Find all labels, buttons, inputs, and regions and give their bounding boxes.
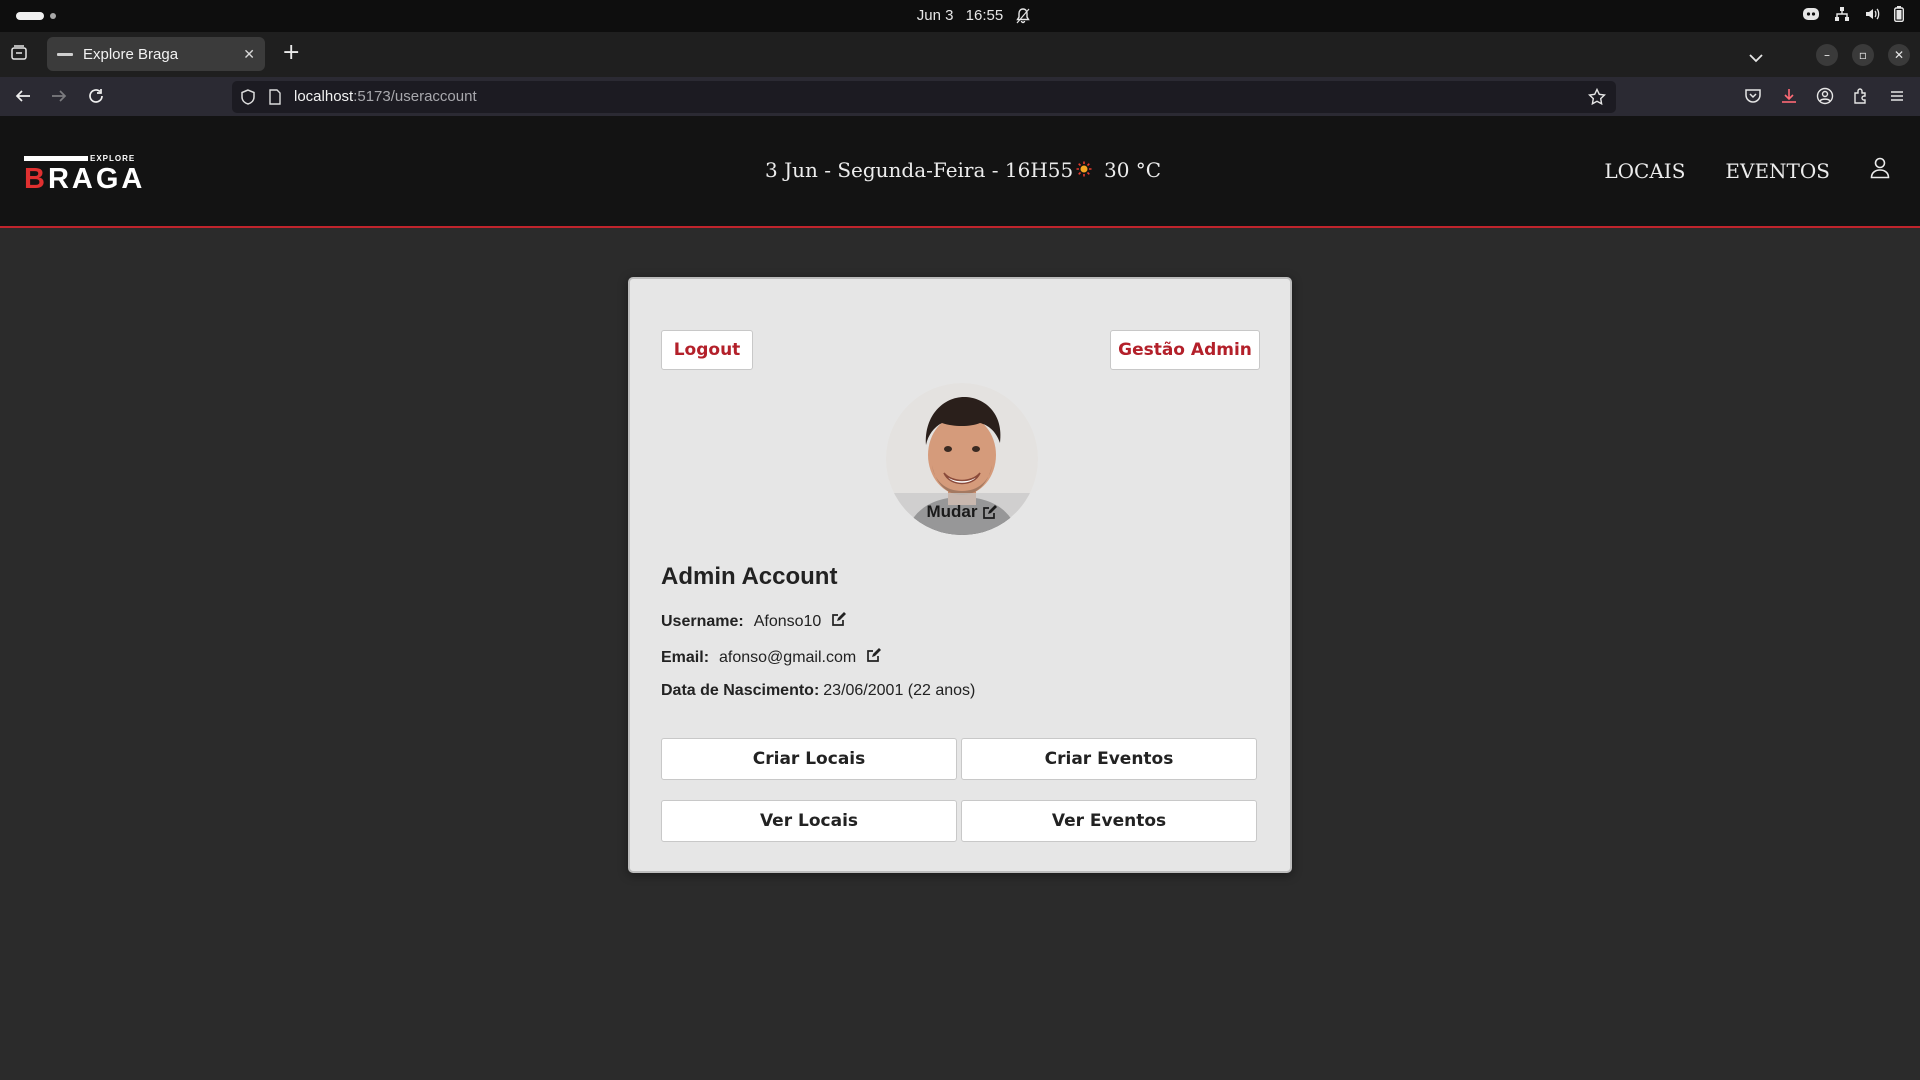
username-row: Username: Afonso10	[661, 611, 847, 632]
edit-username-icon[interactable]	[831, 611, 847, 632]
maximize-icon[interactable]: ▫	[1852, 44, 1874, 66]
network-icon[interactable]	[1834, 6, 1850, 22]
bookmark-star-icon[interactable]	[1587, 87, 1607, 110]
os-top-bar: Jun 3 16:55	[0, 0, 1920, 32]
tab-title: Explore Braga	[83, 45, 179, 63]
birthdate-row: Data de Nascimento: 23/06/2001 (22 anos)	[661, 682, 975, 700]
window-controls: – ▫ ✕	[1816, 44, 1910, 66]
account-title: Admin Account	[661, 563, 838, 590]
logo-first-letter: B	[24, 163, 48, 195]
browser-tab-bar: Explore Braga ✕ + – ▫ ✕	[0, 32, 1920, 76]
header-date-text: 3 Jun - Segunda-Feira - 16H55	[765, 158, 1074, 182]
new-tab-plus-icon[interactable]: +	[282, 42, 300, 64]
page-icon[interactable]	[268, 89, 282, 109]
shield-icon[interactable]	[240, 89, 256, 109]
email-row: Email: afonso@gmail.com	[661, 647, 882, 668]
tab-list-icon[interactable]	[10, 44, 28, 66]
temperature-text: 30 °C	[1104, 158, 1162, 182]
browser-nav-bar: localhost:5173/useraccount	[0, 76, 1920, 116]
view-places-button[interactable]: Ver Locais	[661, 800, 957, 842]
edit-email-icon[interactable]	[866, 647, 882, 668]
app-menu-icon[interactable]	[1888, 87, 1906, 109]
site-favicon-icon	[57, 49, 73, 59]
notification-bell-icon[interactable]	[1016, 8, 1030, 28]
tab-explore-braga[interactable]: Explore Braga ✕	[47, 37, 265, 71]
address-bar[interactable]: localhost:5173/useraccount	[232, 81, 1616, 113]
create-places-button[interactable]: Criar Locais	[661, 738, 957, 780]
volume-icon[interactable]	[1864, 6, 1880, 22]
logo-explore-text: EXPLORE	[90, 154, 136, 163]
os-time: 16:55	[965, 7, 1004, 24]
minimize-icon[interactable]: –	[1816, 44, 1838, 66]
edit-icon	[982, 504, 998, 520]
avatar[interactable]: Mudar	[886, 383, 1038, 535]
view-events-button[interactable]: Ver Eventos	[961, 800, 1257, 842]
url-path: :5173/useraccount	[353, 88, 477, 105]
system-tray[interactable]	[1802, 6, 1904, 22]
birthdate-label: Data de Nascimento:	[661, 682, 820, 699]
email-value: afonso@gmail.com	[719, 648, 857, 666]
logo-bar	[24, 156, 88, 161]
forward-arrow-icon[interactable]	[50, 87, 68, 109]
site-header: EXPLORE BRAGA 3 Jun - Segunda-Feira - 16…	[0, 116, 1920, 228]
logo-braga-text: BRAGA	[24, 164, 145, 194]
os-date: Jun 3	[916, 7, 954, 24]
sun-icon	[1076, 158, 1092, 182]
toolbar-right	[1744, 87, 1906, 109]
email-label: Email:	[661, 648, 710, 666]
user-icon[interactable]	[1870, 157, 1890, 183]
discord-icon[interactable]	[1802, 7, 1820, 21]
tab-close-icon[interactable]: ✕	[243, 46, 255, 63]
pocket-icon[interactable]	[1744, 87, 1762, 109]
username-value: Afonso10	[753, 612, 822, 630]
header-nav: LOCAIS EVENTOS	[1604, 159, 1830, 183]
account-circle-icon[interactable]	[1816, 87, 1834, 109]
reload-icon[interactable]	[87, 87, 105, 109]
url-text: localhost:5173/useraccount	[294, 88, 477, 105]
admin-management-button[interactable]: Gestão Admin	[1110, 330, 1260, 370]
tab-overflow-chevron-icon[interactable]	[1748, 48, 1764, 67]
extensions-icon[interactable]	[1852, 87, 1870, 109]
logout-button[interactable]: Logout	[661, 330, 753, 370]
create-events-button[interactable]: Criar Eventos	[961, 738, 1257, 780]
birthdate-value: 23/06/2001 (22 anos)	[823, 682, 976, 699]
back-arrow-icon[interactable]	[14, 87, 32, 109]
explore-braga-logo[interactable]: EXPLORE BRAGA	[24, 154, 150, 196]
close-window-icon[interactable]: ✕	[1888, 44, 1910, 66]
header-weather: 30 °C	[1076, 158, 1161, 182]
battery-icon[interactable]	[1894, 6, 1904, 22]
logo-rest: RAGA	[47, 163, 146, 195]
change-photo-button[interactable]: Mudar	[886, 502, 1038, 522]
username-label: Username:	[661, 612, 744, 630]
nav-locais-link[interactable]: LOCAIS	[1604, 159, 1685, 183]
url-host: localhost	[294, 88, 354, 105]
download-icon[interactable]	[1780, 87, 1798, 109]
change-photo-label: Mudar	[926, 502, 978, 521]
os-clock[interactable]: Jun 3 16:55	[0, 7, 1920, 24]
nav-eventos-link[interactable]: EVENTOS	[1725, 159, 1830, 183]
account-card: Logout Gestão Admin Mudar Admin Account …	[628, 277, 1292, 873]
